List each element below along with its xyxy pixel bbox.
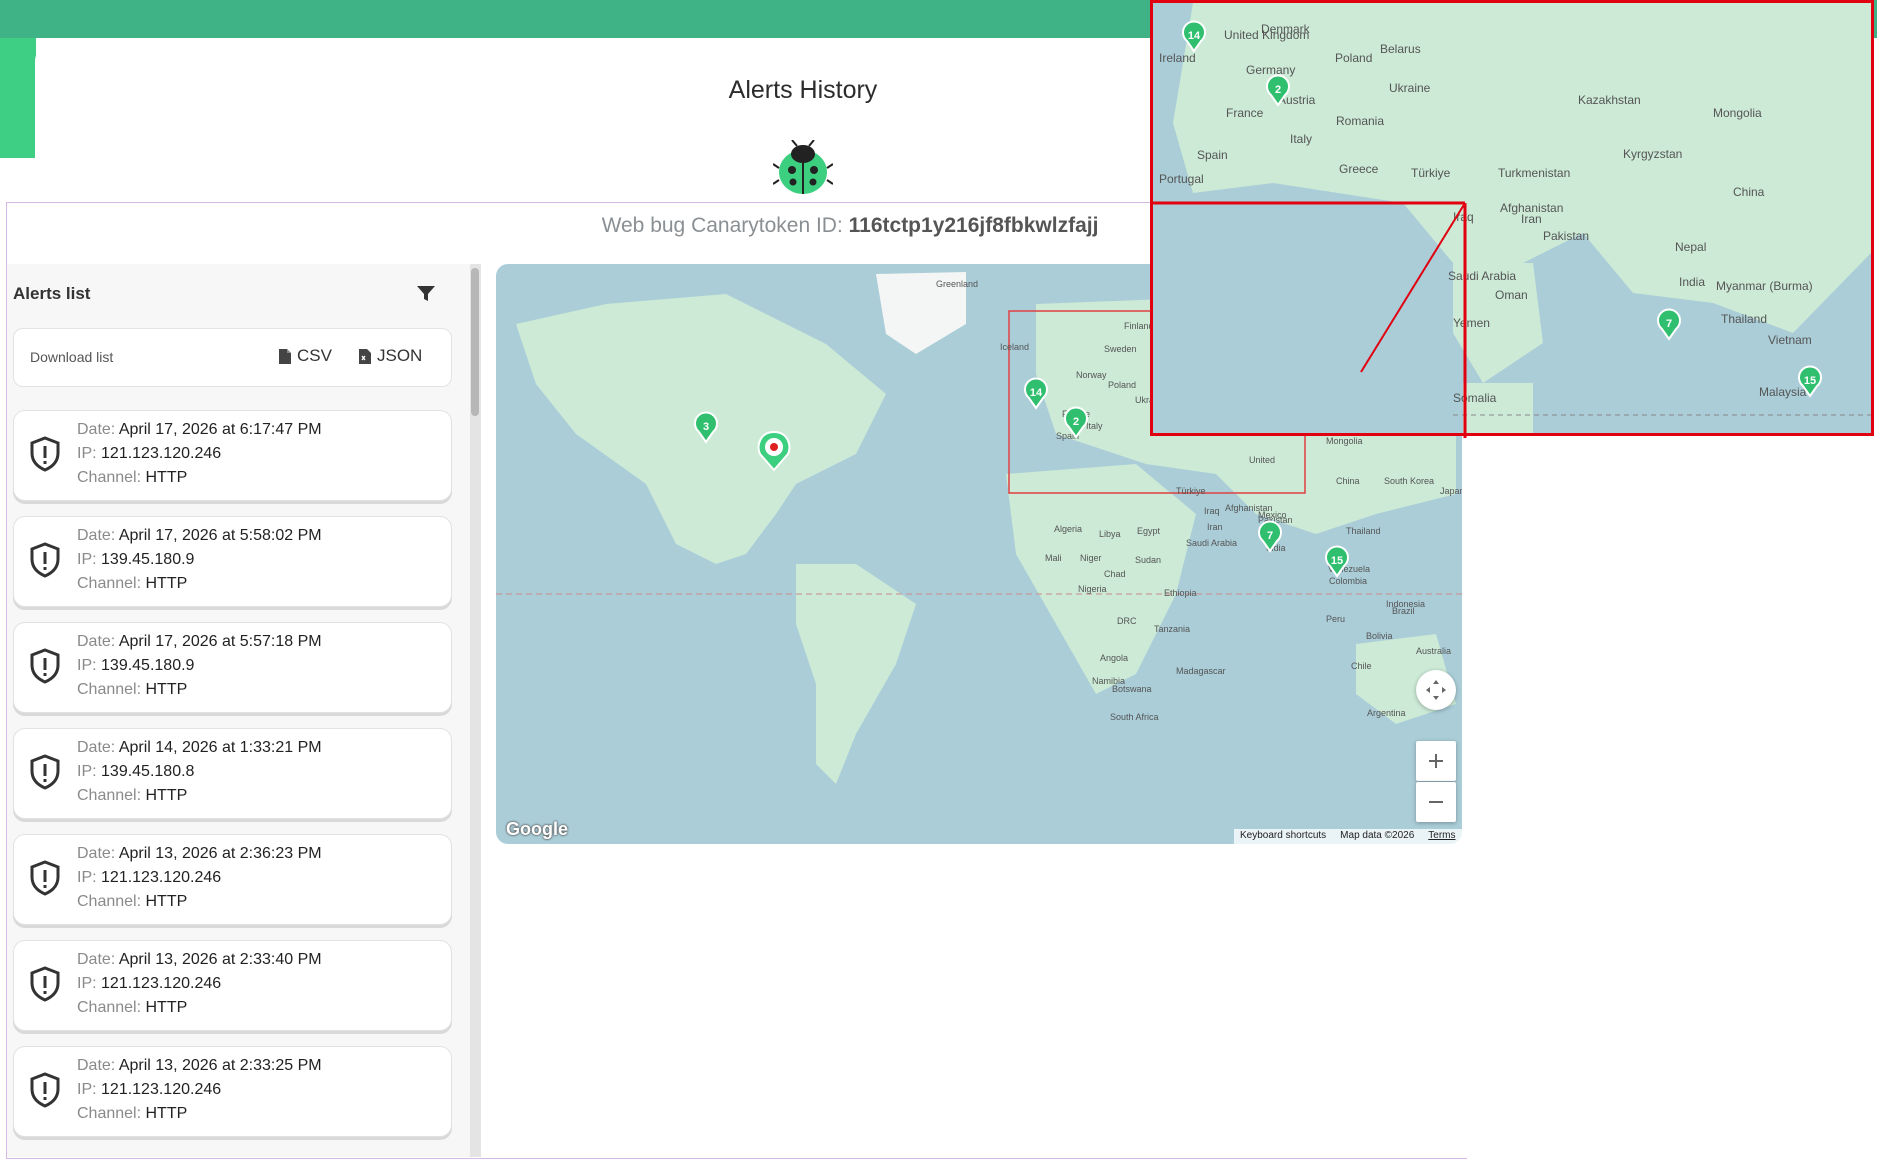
zoom-connector-lines: [1150, 201, 1467, 438]
